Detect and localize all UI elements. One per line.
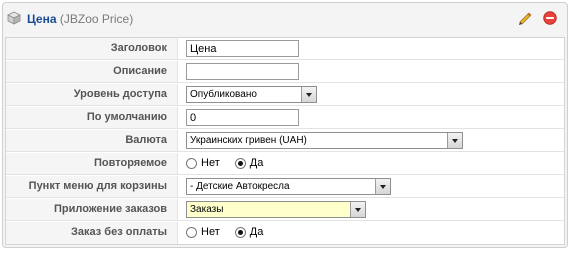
chevron-down-icon[interactable] [350,202,365,217]
row-label: Заказ без оплаты [6,222,178,244]
row-label: Приложение заказов [6,199,178,220]
default-input[interactable] [186,109,299,126]
description-input[interactable] [186,63,299,80]
row-cart-menu-item: Пункт меню для корзины - Детские Автокре… [6,176,564,198]
chevron-down-icon[interactable] [301,87,316,102]
row-label: Пункт меню для корзины [6,176,178,197]
panel-title: Цена (JBZoo Price) [27,12,133,26]
row-orders-app: Приложение заказов Заказы [6,199,564,221]
delete-icon[interactable] [543,11,557,25]
row-title: Заголовок [6,38,564,60]
select-value: Заказы [190,204,224,215]
row-label: Повторяемое [6,153,178,174]
element-config-panel: Цена (JBZoo Price) Заголовок Описание [2,2,568,248]
row-label: По умолчанию [6,107,178,128]
settings-table: Заголовок Описание Уровень доступа Опубл… [5,37,565,245]
pencil-icon[interactable] [517,11,533,27]
select-value: Украинских гривен (UAH) [190,135,307,146]
radio-option-yes[interactable]: Да [234,155,263,172]
row-default: По умолчанию [6,107,564,129]
row-label: Заголовок [6,38,178,59]
row-label: Описание [6,61,178,82]
repeatable-radio-group: Нет Да [186,155,275,172]
panel-header: Цена (JBZoo Price) [3,3,567,34]
radio-button[interactable] [186,227,197,238]
radio-button[interactable] [186,158,197,169]
element-name: Цена [27,12,57,26]
radio-option-no[interactable]: Нет [186,224,220,241]
title-input[interactable] [186,40,299,57]
radio-option-yes[interactable]: Да [234,224,263,241]
radio-option-no[interactable]: Нет [186,155,220,172]
element-type: (JBZoo Price) [59,12,134,26]
row-currency: Валюта Украинских гривен (UAH) [6,130,564,152]
row-repeatable: Повторяемое Нет Да [6,153,564,175]
cube-icon [7,11,21,25]
row-order-without-payment: Заказ без оплаты Нет Да [6,222,564,244]
select-value: - Детские Автокресла [190,181,290,192]
radio-button[interactable] [234,158,246,169]
row-label: Валюта [6,130,178,151]
order-without-payment-radio-group: Нет Да [186,224,275,241]
access-level-select[interactable]: Опубликовано [186,86,317,103]
select-value: Опубликовано [190,89,257,100]
chevron-down-icon[interactable] [447,133,462,148]
cart-menu-item-select[interactable]: - Детские Автокресла [186,178,391,195]
chevron-down-icon[interactable] [375,179,390,194]
radio-button[interactable] [234,227,246,238]
orders-app-select[interactable]: Заказы [186,201,366,218]
currency-select[interactable]: Украинских гривен (UAH) [186,132,463,149]
row-label: Уровень доступа [6,84,178,105]
row-description: Описание [6,61,564,83]
row-access-level: Уровень доступа Опубликовано [6,84,564,106]
